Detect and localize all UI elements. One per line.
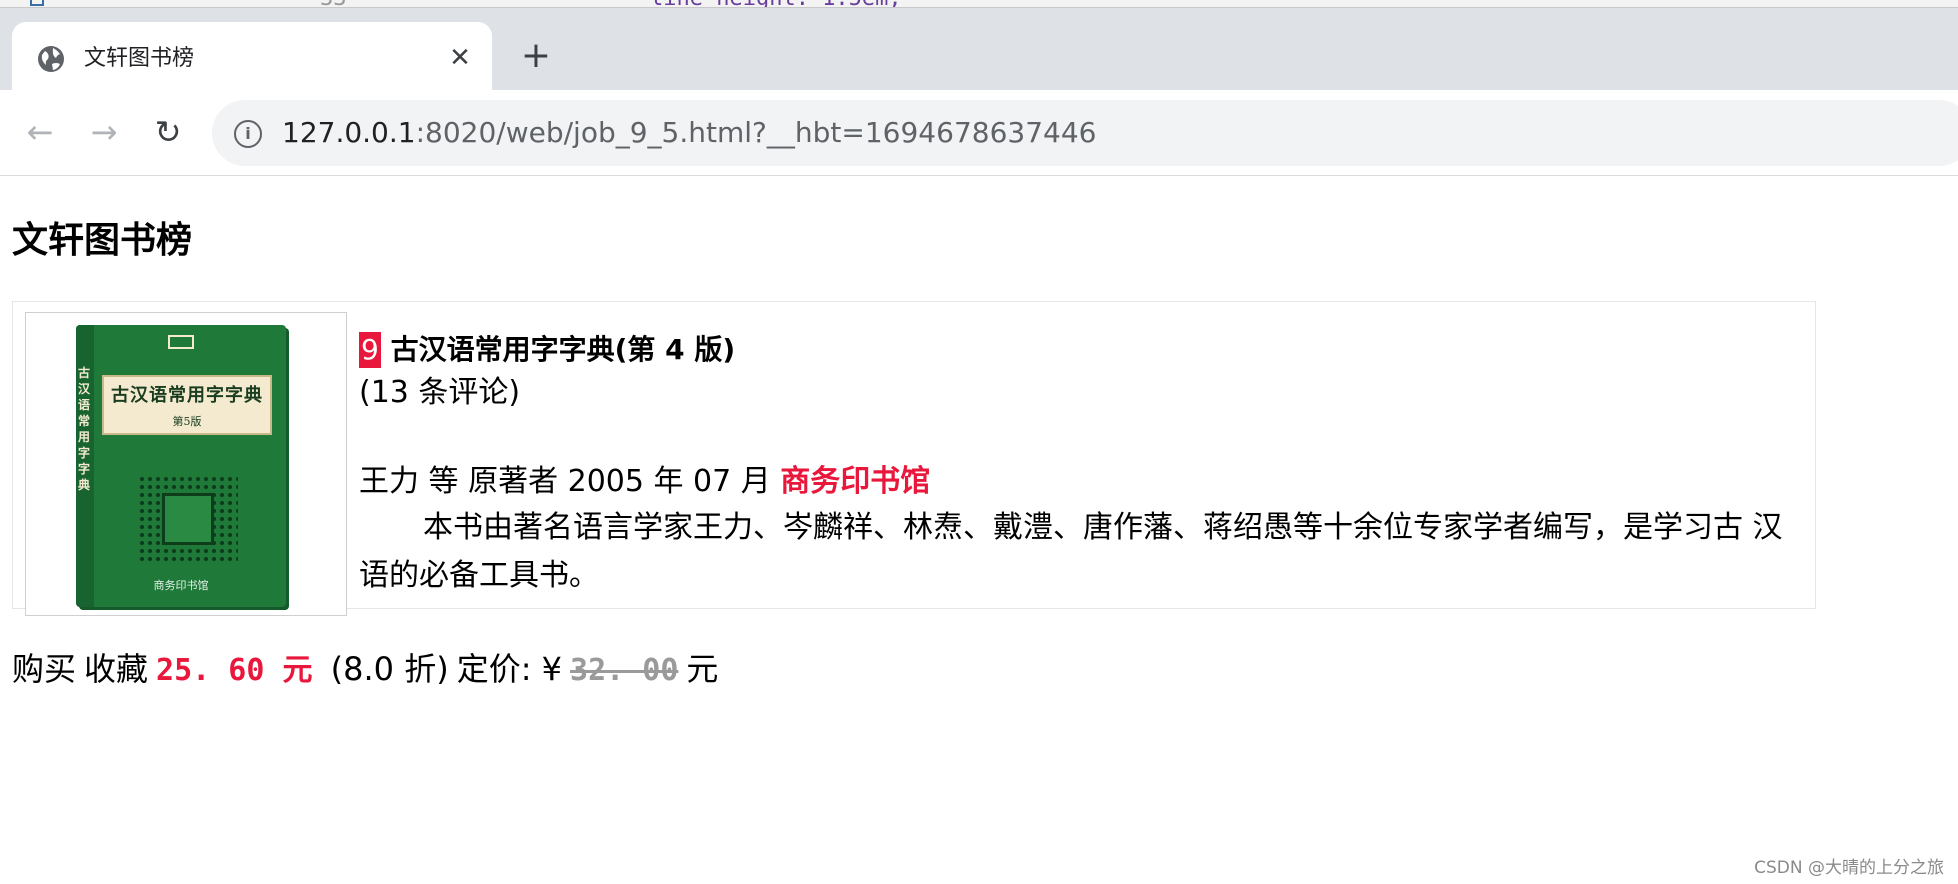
url-text[interactable]: 127.0.0.1:8020/web/job_9_5.html?__hbt=16… bbox=[282, 114, 1096, 152]
url-host: 127.0.0.1 bbox=[282, 116, 416, 149]
plus-icon[interactable]: + bbox=[516, 36, 556, 76]
tab-title: 文轩图书榜 bbox=[84, 46, 195, 71]
back-arrow-icon[interactable]: ← bbox=[16, 108, 64, 156]
book-cover-frame: 古汉语常用字字典 古汉语常用字字典 第5版 商务印书馆 bbox=[25, 312, 347, 616]
publisher-logo-icon bbox=[168, 335, 194, 349]
favorite-link[interactable]: 收藏 bbox=[84, 650, 148, 688]
rank-badge: 9 bbox=[359, 332, 381, 368]
cover-title-plate: 古汉语常用字字典 第5版 bbox=[102, 375, 272, 435]
file-icon bbox=[30, 0, 44, 6]
address-bar[interactable]: i 127.0.0.1:8020/web/job_9_5.html?__hbt=… bbox=[212, 100, 1958, 166]
publisher-link[interactable]: 商务印书馆 bbox=[780, 464, 930, 499]
book-card: 古汉语常用字字典 古汉语常用字字典 第5版 商务印书馆 9 古汉语常用字字典(第… bbox=[12, 301, 1816, 616]
info-icon[interactable]: i bbox=[234, 120, 262, 148]
book-title-line[interactable]: 9 古汉语常用字字典(第 4 版) bbox=[359, 330, 1811, 370]
author-line: 王力 等 原著者 2005 年 07 月 商务印书馆 bbox=[359, 460, 1811, 504]
watermark: CSDN @大晴的上分之旅 bbox=[1754, 858, 1944, 878]
reload-icon[interactable]: ↻ bbox=[144, 108, 192, 156]
cover-publisher-text: 商务印书馆 bbox=[153, 579, 209, 592]
author-date: 王力 等 原著者 2005 年 07 月 bbox=[359, 464, 781, 499]
list-price: 32. 00 bbox=[570, 653, 679, 688]
tab-active[interactable]: 文轩图书榜 ✕ bbox=[12, 22, 492, 90]
close-icon[interactable]: ✕ bbox=[444, 42, 476, 74]
buy-link[interactable]: 购买 bbox=[12, 650, 76, 688]
page-title: 文轩图书榜 bbox=[12, 220, 193, 261]
forward-arrow-icon[interactable]: → bbox=[80, 108, 128, 156]
discount-text: (8.0 折) bbox=[330, 650, 449, 688]
editor-line-number: 33 bbox=[320, 0, 347, 7]
list-price-unit: 元 bbox=[686, 650, 719, 688]
sale-price: 25. 60 元 bbox=[156, 653, 313, 688]
browser-toolbar: ← → ↻ i 127.0.0.1:8020/web/job_9_5.html?… bbox=[0, 90, 1958, 176]
page-content: 文轩图书榜 古汉语常用字字典 古汉语常用字字典 第5版 商务印书馆 9 古汉语常… bbox=[0, 177, 1958, 884]
book-description: 本书由著名语言学家王力、岑麟祥、林焘、戴澧、唐作藩、蒋绍愚等十余位专家学者编写，… bbox=[359, 510, 1783, 593]
url-path: :8020/web/job_9_5.html?__hbt=16946786374… bbox=[415, 116, 1097, 149]
cover-spine-text: 古汉语常用字字典 bbox=[78, 366, 91, 492]
editor-code-snippet: line-height: 1.5em; bbox=[650, 0, 902, 7]
book-title[interactable]: 古汉语常用字字典(第 4 版) bbox=[381, 333, 736, 366]
price-row: 购买 收藏 25. 60 元 (8.0 折) 定价: ¥32. 00 元 bbox=[12, 647, 726, 693]
cover-emblem-icon bbox=[162, 493, 214, 545]
book-cover-image: 古汉语常用字字典 古汉语常用字字典 第5版 商务印书馆 bbox=[76, 325, 286, 607]
book-info: 9 古汉语常用字字典(第 4 版) (13 条评论) 王力 等 原著者 2005… bbox=[359, 330, 1811, 600]
cover-edition-text: 第5版 bbox=[172, 415, 202, 428]
tab-strip: 33 line-height: 1.5em; 文轩图书榜 ✕ + bbox=[0, 0, 1958, 90]
list-price-label: 定价: ¥ bbox=[456, 650, 563, 688]
background-editor-window: 33 line-height: 1.5em; bbox=[0, 0, 1958, 8]
cover-title-text: 古汉语常用字字典 bbox=[111, 385, 263, 406]
comment-count[interactable]: (13 条评论) bbox=[359, 370, 1811, 416]
globe-icon bbox=[38, 46, 64, 72]
